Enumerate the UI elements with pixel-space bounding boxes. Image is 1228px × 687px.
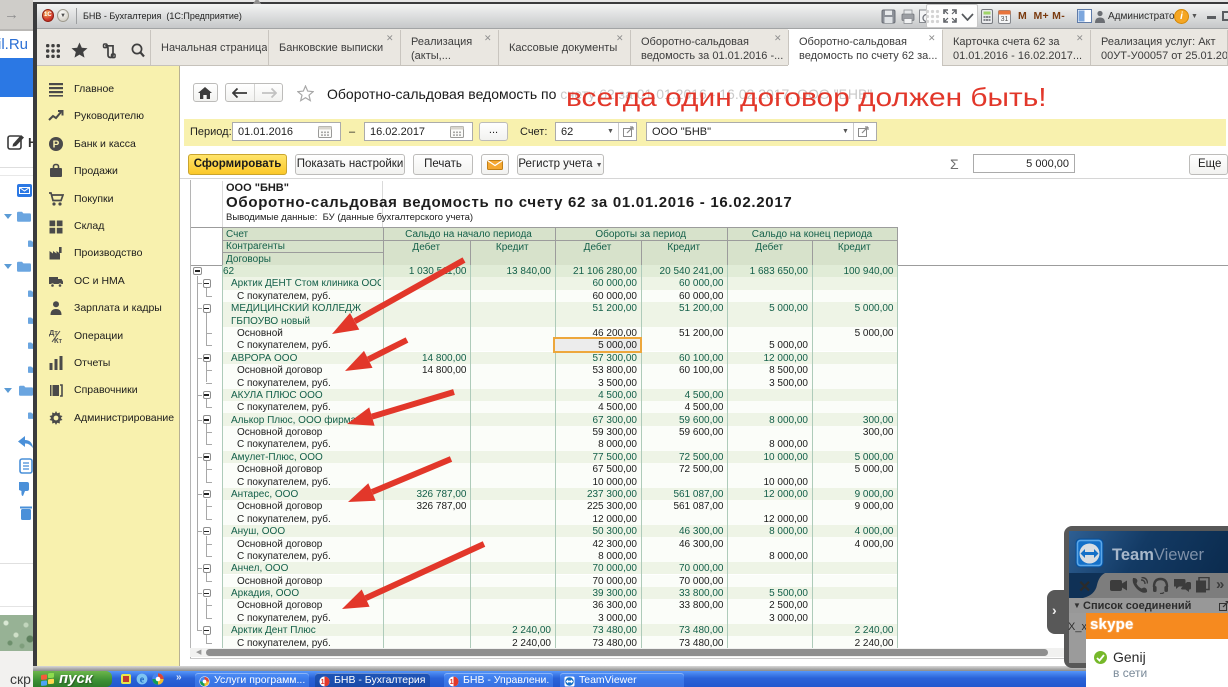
svg-text:1: 1 [450, 679, 454, 686]
svg-text:e: e [140, 675, 145, 686]
svg-text:1: 1 [321, 679, 325, 686]
svg-text:31: 31 [1001, 16, 1009, 23]
svg-text:Р: Р [53, 140, 60, 151]
